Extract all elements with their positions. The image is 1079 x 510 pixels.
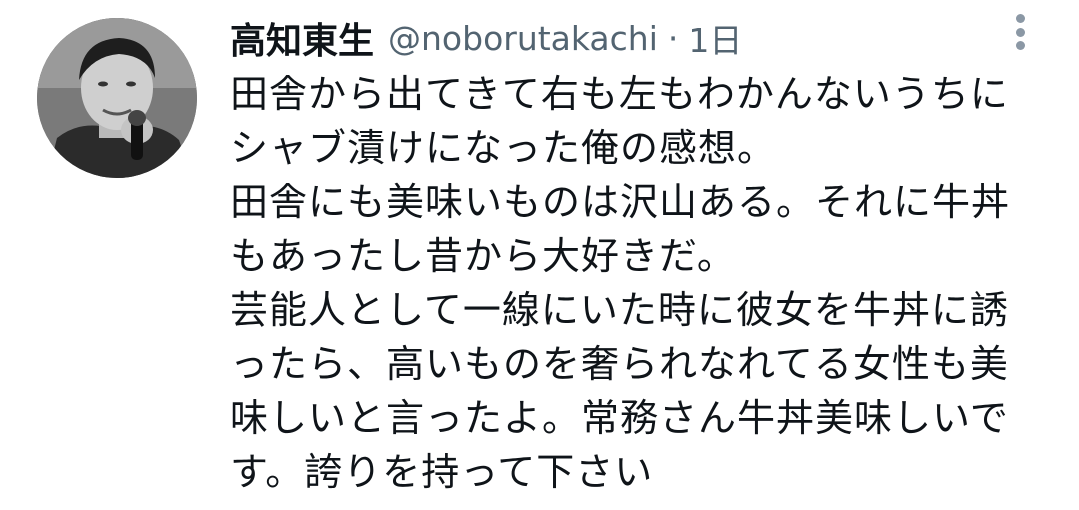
tweet[interactable]: 高知東生 @noborutakachi · 1日 田舎から出てきて右も左もわかん… — [0, 0, 1079, 510]
tweet-text-line: もあったし昔から大好きだ。 — [230, 234, 736, 278]
tweet-text-line: シャブ漬けになった俺の感想。 — [230, 126, 777, 170]
more-vertical-icon[interactable] — [1006, 12, 1034, 52]
meta-separator: · — [667, 18, 679, 58]
author-handle[interactable]: @noborutakachi — [388, 19, 658, 58]
more-dot — [1015, 41, 1025, 50]
tweet-text-line: す。誇りを持って下さい — [230, 450, 654, 494]
tweet-timestamp[interactable]: 1日 — [688, 14, 742, 62]
tweet-text-line: 田舎にも美味いものは沢山ある。それに牛丼 — [230, 180, 1011, 224]
tweet-meta: @noborutakachi · 1日 — [388, 14, 742, 62]
avatar[interactable] — [37, 18, 197, 178]
more-dot — [1015, 14, 1025, 23]
tweet-text-line: 芸能人として一線にいた時に彼女を牛丼に誘 — [230, 288, 1009, 332]
avatar-photo — [37, 18, 197, 178]
tweet-body-text: 田舎から出てきて右も左もわかんないうちに シャブ漬けになった俺の感想。 田舎にも… — [230, 67, 1050, 499]
more-dot — [1015, 27, 1025, 37]
tweet-text-line: 味しいと言ったよ。常務さん牛丼美味しいで — [230, 396, 1009, 440]
tweet-text-line: 田舎から出てきて右も左もわかんないうちに — [230, 72, 1009, 116]
tweet-text-line: ったら、高いものを奢られなれてる女性も美 — [230, 342, 1009, 386]
author-display-name[interactable]: 高知東生 — [230, 12, 374, 64]
tweet-header: 高知東生 @noborutakachi · 1日 — [230, 12, 742, 64]
